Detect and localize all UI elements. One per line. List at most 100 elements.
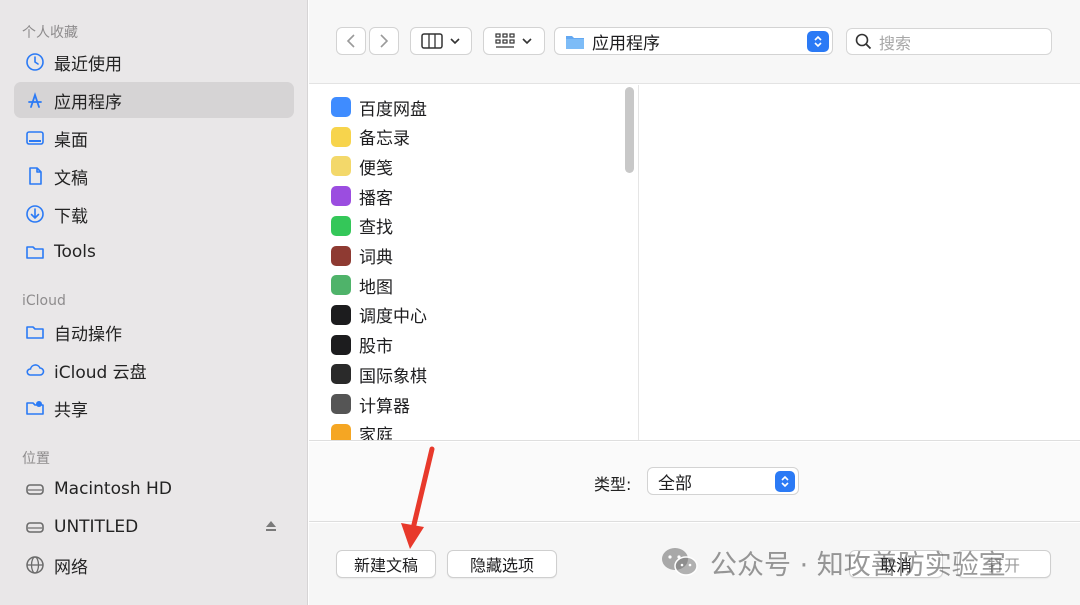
annotation-arrow: [401, 446, 435, 549]
desktop-icon: [24, 127, 46, 149]
back-button[interactable]: [336, 27, 366, 55]
sidebar-item-recents[interactable]: 最近使用: [14, 44, 294, 80]
app-icon: [331, 156, 351, 177]
app-icon: [331, 423, 351, 440]
sidebar-item-automator[interactable]: 自动操作: [14, 314, 294, 350]
grid-icon: [495, 33, 515, 48]
file-row[interactable]: 地图: [331, 270, 393, 300]
sidebar-item-label: 最近使用: [54, 54, 122, 75]
app-icon: [331, 364, 351, 385]
section-label-locations: 位置: [22, 451, 50, 467]
file-name: 国际象棋: [359, 366, 427, 387]
folder-icon: [24, 241, 46, 263]
sidebar-item-label: Macintosh HD: [54, 479, 172, 499]
watermark-text: 公众号 · 知攻善防实验室: [710, 549, 1006, 581]
search-placeholder: 搜索: [879, 33, 912, 53]
app-icon: [331, 394, 351, 414]
sidebar-item-label: 文稿: [54, 168, 88, 189]
file-row[interactable]: 家庭: [331, 419, 393, 441]
file-name: 词典: [359, 248, 393, 268]
sidebar-item-shared[interactable]: 共享: [14, 390, 294, 426]
app-icon: [331, 186, 351, 207]
app-icon: [331, 97, 351, 117]
app-icon: [331, 275, 351, 296]
file-row[interactable]: 播客: [331, 181, 393, 211]
sidebar-item-desktop[interactable]: 桌面: [14, 120, 294, 156]
file-row[interactable]: 备忘录: [331, 122, 410, 152]
sidebar-item-label: Tools: [54, 242, 96, 262]
type-select[interactable]: 全部: [647, 467, 799, 495]
sidebar-item-label: iCloud 云盘: [54, 362, 147, 383]
file-name: 地图: [359, 277, 393, 298]
globe-icon: [24, 554, 46, 576]
hide-options-button[interactable]: 隐藏选项: [447, 550, 557, 578]
file-row[interactable]: 词典: [331, 241, 393, 271]
file-row[interactable]: 股市: [331, 330, 393, 360]
folder-icon: [24, 321, 46, 343]
file-row[interactable]: 国际象棋: [331, 359, 427, 389]
search-field[interactable]: 搜索: [846, 28, 1052, 55]
sidebar-item-untitled[interactable]: UNTITLED: [14, 509, 294, 545]
document-icon: [24, 165, 46, 187]
sidebar-item-label: 桌面: [54, 130, 88, 151]
file-name: 便笺: [359, 158, 393, 179]
forward-button[interactable]: [369, 27, 399, 55]
columns-icon: [421, 33, 443, 49]
sidebar-item-label: UNTITLED: [54, 517, 139, 537]
location-label: 应用程序: [592, 33, 660, 54]
chevron-left-icon: [346, 34, 355, 48]
disk-icon: [24, 478, 46, 500]
cloud-icon: [24, 359, 46, 381]
sidebar-item-macintosh-hd[interactable]: Macintosh HD: [14, 471, 294, 507]
sidebar-item-icloud-drive[interactable]: iCloud 云盘: [14, 352, 294, 388]
column-applications: 百度网盘备忘录便笺播客查找词典地图调度中心股市国际象棋计算器家庭: [309, 85, 639, 441]
file-name: 家庭: [359, 426, 393, 441]
file-row[interactable]: 查找: [331, 211, 393, 241]
group-by-button[interactable]: [483, 27, 545, 55]
download-icon: [24, 203, 46, 225]
type-label: 类型:: [594, 475, 632, 494]
section-label-favorites: 个人收藏: [22, 25, 78, 41]
toolbar: 应用程序 搜索: [309, 0, 1080, 84]
chevron-down-icon: [522, 38, 532, 45]
sidebar-item-network[interactable]: 网络: [14, 547, 294, 583]
sidebar-item-label: 下载: [54, 206, 88, 227]
section-label-icloud: iCloud: [22, 293, 66, 309]
watermark: 公众号 · 知攻善防实验室: [660, 542, 1006, 582]
scrollbar[interactable]: [625, 87, 634, 173]
sidebar: 个人收藏 最近使用 应用程序 桌面 文稿 下载 Tools iCloud 自动操…: [0, 0, 308, 605]
sidebar-item-documents[interactable]: 文稿: [14, 158, 294, 194]
app-store-a-icon: [24, 89, 46, 111]
file-name: 调度中心: [359, 307, 427, 328]
app-icon: [331, 304, 351, 325]
updown-chevron-icon: [814, 35, 822, 48]
search-icon: [855, 33, 872, 50]
file-name: 查找: [359, 218, 393, 239]
file-name: 计算器: [359, 396, 410, 417]
file-browser: 百度网盘备忘录便笺播客查找词典地图调度中心股市国际象棋计算器家庭: [309, 85, 1080, 441]
app-icon: [331, 126, 351, 147]
chevron-down-icon: [450, 38, 460, 45]
eject-icon[interactable]: [264, 519, 278, 533]
sidebar-item-downloads[interactable]: 下载: [14, 196, 294, 232]
app-icon: [331, 245, 351, 266]
type-stepper[interactable]: [775, 471, 795, 492]
sidebar-item-applications[interactable]: 应用程序: [14, 82, 294, 118]
file-row[interactable]: 便笺: [331, 151, 393, 181]
file-name: 播客: [359, 188, 393, 209]
file-row[interactable]: 计算器: [331, 389, 410, 419]
sidebar-item-label: 共享: [54, 400, 88, 421]
chevron-right-icon: [380, 34, 389, 48]
location-popup[interactable]: 应用程序: [554, 27, 833, 55]
file-name: 股市: [359, 337, 393, 358]
file-name: 备忘录: [359, 129, 410, 150]
file-row[interactable]: 百度网盘: [331, 92, 427, 122]
sidebar-item-label: 网络: [54, 557, 88, 578]
view-columns-button[interactable]: [410, 27, 472, 55]
sidebar-item-tools[interactable]: Tools: [14, 234, 294, 270]
location-stepper[interactable]: [807, 31, 829, 52]
disk-icon: [24, 516, 46, 538]
file-name: 百度网盘: [359, 99, 427, 120]
type-value: 全部: [658, 473, 692, 494]
file-row[interactable]: 调度中心: [331, 300, 427, 330]
